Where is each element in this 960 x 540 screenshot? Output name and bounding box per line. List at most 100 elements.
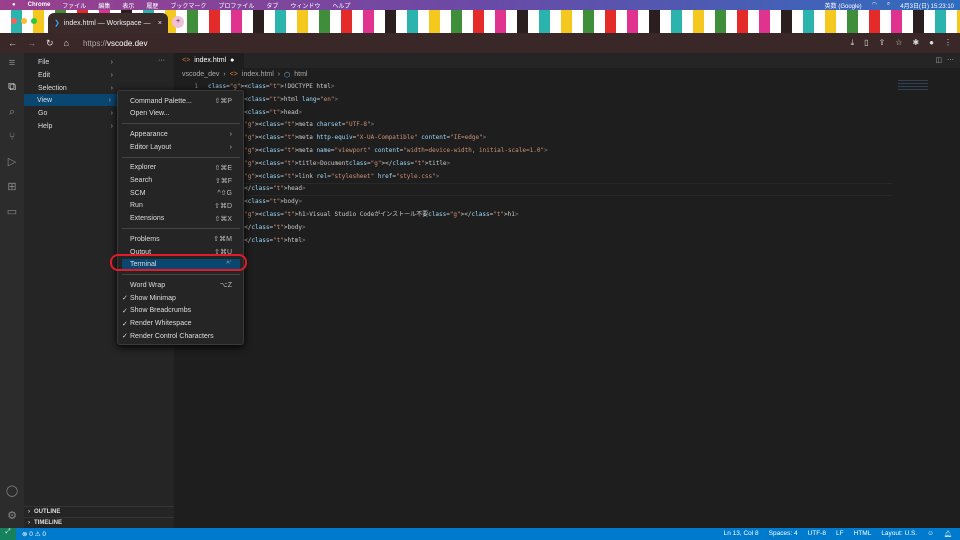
breadcrumb-element[interactable]: html (294, 71, 307, 79)
mac-menu-item[interactable]: 編集 (98, 1, 110, 10)
view-menu-editor-layout[interactable]: Editor Layout › (122, 141, 240, 153)
remote-indicator-icon[interactable]: ⤢ (0, 528, 16, 540)
view-menu-word-wrap[interactable]: Word Wrap ⌥Z (122, 279, 240, 291)
shortcut: ⌥Z (219, 282, 232, 290)
mac-menu-item[interactable]: 履歴 (146, 1, 158, 10)
input-source[interactable]: 英数 (Google) (825, 1, 862, 10)
menu-selection[interactable]: Selection › (32, 82, 117, 94)
settings-gear-icon[interactable]: ⚙ (7, 509, 17, 522)
minimize-window-button[interactable] (21, 18, 27, 24)
install-icon[interactable]: ⤓ (851, 38, 855, 48)
menu-file[interactable]: File › (32, 56, 117, 68)
breadcrumb-file[interactable]: index.html (242, 71, 274, 79)
mac-menu-item[interactable]: タブ (266, 1, 278, 10)
view-menu-command-palette[interactable]: Command Palette... ⇧⌘P (122, 95, 240, 107)
view-menu-run[interactable]: Run ⇧⌘D (122, 200, 240, 212)
mac-menu-item[interactable]: プロファイル (218, 1, 254, 10)
feedback-icon[interactable]: ☺ (927, 530, 934, 538)
check-icon: ✓ (122, 320, 128, 328)
browser-tab[interactable]: ❯ index.html — Workspace — × (48, 13, 168, 33)
timeline-section[interactable]: › TIMELINE (24, 517, 174, 528)
minimap[interactable] (898, 80, 928, 92)
account-icon[interactable]: ◯ (6, 484, 18, 497)
close-tab-icon[interactable]: × (158, 20, 162, 27)
view-menu-render-whitespace[interactable]: ✓ Render Whitespace (122, 318, 240, 330)
mac-menu-item[interactable]: ブックマーク (170, 1, 206, 10)
view-menu-search[interactable]: Search ⇧⌘F (122, 175, 240, 187)
shortcut: ⇧⌘M (213, 236, 232, 244)
source-control-icon[interactable]: ⑂ (9, 131, 16, 143)
search-icon[interactable]: ⌕ (887, 1, 890, 10)
app-menu[interactable]: Chrome (28, 2, 51, 8)
new-tab-button[interactable]: + (172, 16, 184, 28)
view-menu-extensions[interactable]: Extensions ⇧⌘X (122, 213, 240, 225)
mac-menu-item[interactable]: ウィンドウ (290, 1, 320, 10)
menu-item-label: Run (130, 202, 143, 210)
notifications-bell-icon[interactable]: 🔔︎ (944, 530, 952, 538)
search-icon[interactable]: ⌕ (9, 106, 15, 119)
extension-icon[interactable]: ✱ (912, 38, 919, 48)
view-menu-open-view[interactable]: Open View... (122, 108, 240, 120)
problems-indicator[interactable]: ⊗ 0 ⚠ 0 (22, 530, 46, 538)
unsaved-dot[interactable]: ● (230, 57, 234, 64)
view-menu-appearance[interactable]: Appearance › (122, 128, 240, 140)
encoding[interactable]: UTF-8 (808, 530, 826, 538)
menu-item-label: Show Minimap (130, 294, 176, 302)
cursor-position[interactable]: Ln 13, Col 8 (724, 530, 759, 538)
menu-edit[interactable]: Edit › (32, 69, 117, 81)
url-field[interactable]: https://vscode.dev (83, 39, 147, 48)
line-ending[interactable]: LF (836, 530, 844, 538)
run-debug-icon[interactable]: ▷ (8, 155, 16, 168)
apple-icon[interactable]: ● (12, 2, 16, 8)
forward-icon[interactable]: → (27, 38, 36, 48)
mac-menu-item[interactable]: 表示 (122, 1, 134, 10)
view-menu-render-control-characters[interactable]: ✓ Render Control Characters (122, 330, 240, 342)
close-window-button[interactable] (11, 18, 17, 24)
reload-icon[interactable]: ↻ (46, 38, 54, 49)
breadcrumb-folder[interactable]: vscode_dev (182, 71, 219, 79)
extensions-icon[interactable]: ⊞ (7, 180, 16, 193)
wifi-icon[interactable]: ◠ (872, 1, 877, 10)
split-editor-icon[interactable]: ◫ (935, 56, 942, 64)
editor-tabs: <> index.html ● ◫ ⋯ (174, 53, 960, 68)
view-menu-show-breadcrumbs[interactable]: ✓ Show Breadcrumbs (122, 305, 240, 317)
language-mode[interactable]: HTML (854, 530, 872, 538)
mac-menu-item[interactable]: ファイル (62, 1, 86, 10)
view-menu-scm[interactable]: SCM ^⇧G (122, 187, 240, 199)
menu-separator (122, 123, 240, 125)
view-menu-show-minimap[interactable]: ✓ Show Minimap (122, 292, 240, 304)
back-icon[interactable]: ← (8, 38, 17, 48)
keyboard-layout[interactable]: Layout: U.S. (881, 530, 917, 538)
chevron-right-icon: › (28, 509, 30, 515)
shortcut: ⇧⌘P (214, 98, 232, 105)
menu-view[interactable]: View › (24, 94, 117, 106)
check-icon: ✓ (122, 307, 128, 315)
explorer-icon[interactable]: ⧉ (8, 81, 16, 94)
zoom-window-button[interactable] (31, 18, 37, 24)
home-icon[interactable]: ⌂ (64, 38, 69, 48)
indentation[interactable]: Spaces: 4 (769, 530, 798, 538)
chevron-right-icon: › (28, 520, 30, 526)
more-actions-icon[interactable]: ⋯ (947, 56, 954, 64)
share-icon[interactable]: ⇪ (879, 38, 886, 48)
view-menu-problems[interactable]: Problems ⇧⌘M (122, 233, 240, 245)
bookmark-star-icon[interactable]: ☆ (895, 38, 902, 48)
page-icon[interactable]: ▯ (864, 38, 868, 48)
menu-help[interactable]: Help › (32, 120, 117, 132)
menu-go[interactable]: Go › (32, 107, 117, 119)
warning-count: 0 (42, 531, 46, 538)
menu-item-label: Render Whitespace (130, 320, 192, 327)
annotation-highlight-ring (110, 254, 247, 271)
outline-section[interactable]: › OUTLINE (24, 506, 174, 517)
more-icon[interactable]: ⋮ (944, 38, 952, 48)
menu-label: View (37, 96, 53, 104)
editor-tab-index-html[interactable]: <> index.html ● (174, 53, 244, 68)
remote-explorer-icon[interactable]: ▭ (7, 205, 17, 218)
menu-icon[interactable]: ≡ (9, 57, 15, 69)
view-menu-explorer[interactable]: Explorer ⇧⌘E (122, 162, 240, 174)
more-actions-icon[interactable]: ··· (158, 57, 165, 64)
profile-avatar[interactable]: ● (929, 38, 934, 48)
clock[interactable]: 4月3日(日) 15:23:10 (900, 1, 954, 10)
mac-menu-item[interactable]: ヘルプ (332, 1, 350, 10)
chevron-right-icon: › (110, 122, 113, 130)
